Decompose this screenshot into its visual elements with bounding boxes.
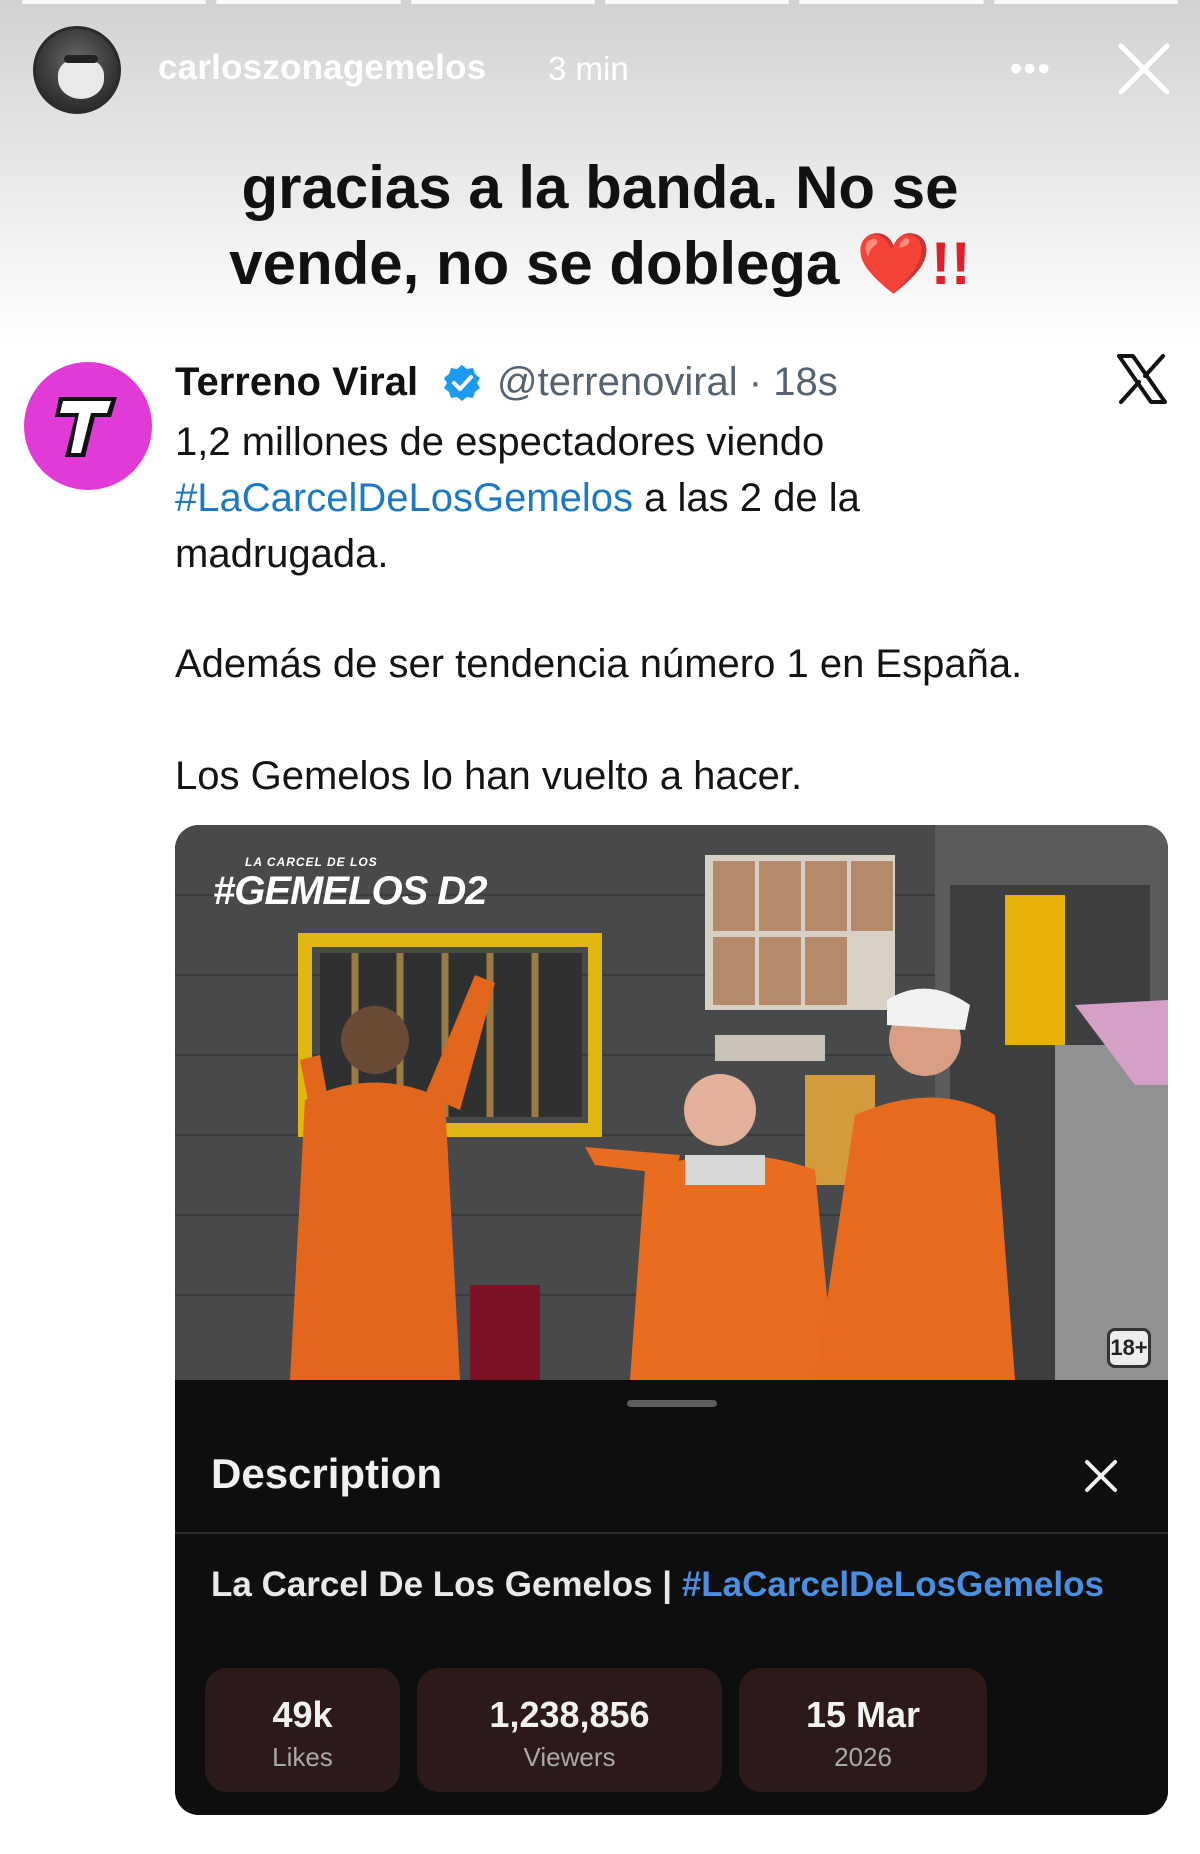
caption-line-2: vende, no se doblega ❤️!! bbox=[0, 226, 1200, 302]
stat-label: Viewers bbox=[523, 1742, 616, 1772]
story-progress-bar bbox=[22, 0, 1178, 6]
stat-value: 15 Mar bbox=[805, 1694, 921, 1735]
description-title-text: La Carcel De Los Gemelos | bbox=[211, 1565, 673, 1604]
sheet-drag-handle[interactable] bbox=[627, 1400, 717, 1407]
show-logo-hashtag: #GEMELOS D2 bbox=[213, 869, 488, 913]
description-sheet: Description La Carcel De Los Gemelos | #… bbox=[175, 1380, 1168, 1815]
avatar-face bbox=[58, 59, 104, 99]
tweet-handle-time[interactable]: @terrenoviral · 18s bbox=[497, 360, 838, 405]
more-options-icon[interactable]: ••• bbox=[1010, 50, 1052, 89]
caption-line-2-text: vende, no se doblega bbox=[229, 230, 840, 297]
caption-line-1: gracias a la banda. No se bbox=[241, 154, 959, 221]
story-caption: gracias a la banda. No se vende, no se d… bbox=[0, 150, 1200, 302]
tweet-paragraph-3: Los Gemelos lo han vuelto a hacer. bbox=[175, 754, 803, 798]
caption-exclamations: !! bbox=[930, 230, 971, 297]
progress-segment bbox=[216, 0, 401, 4]
tweet-line-3: madrugada. bbox=[175, 532, 389, 576]
description-text: La Carcel De Los Gemelos | #LaCarcelDeLo… bbox=[211, 1565, 1104, 1605]
progress-segment bbox=[799, 0, 984, 4]
tweet-line-1: 1,2 millones de espectadores viendo bbox=[175, 420, 825, 464]
stat-likes: 49k Likes bbox=[205, 1668, 400, 1792]
tweet-author-name[interactable]: Terreno Viral bbox=[175, 360, 418, 405]
stat-value: 1,238,856 bbox=[489, 1694, 650, 1735]
stat-viewers: 1,238,856 Viewers bbox=[417, 1668, 722, 1792]
progress-segment bbox=[410, 0, 595, 4]
story-timestamp: 3 min bbox=[548, 50, 629, 87]
progress-segment bbox=[993, 0, 1178, 4]
progress-segment bbox=[604, 0, 790, 4]
x-logo-icon[interactable] bbox=[1115, 352, 1169, 406]
close-icon[interactable] bbox=[1115, 40, 1173, 98]
description-hashtag-link[interactable]: #LaCarcelDeLosGemelos bbox=[682, 1565, 1104, 1604]
sheet-divider bbox=[175, 1532, 1168, 1534]
tweet-hashtag-link[interactable]: #LaCarcelDeLosGemelos bbox=[175, 476, 633, 520]
stat-label: 2026 bbox=[834, 1742, 892, 1772]
stat-date: 15 Mar 2026 bbox=[739, 1668, 987, 1792]
show-logo-small-text: LA CARCEL DE LOS bbox=[245, 855, 378, 869]
sheet-title: Description bbox=[211, 1450, 443, 1497]
story-username[interactable]: carloszonagemelos bbox=[158, 48, 486, 88]
heart-icon: ❤️ bbox=[856, 230, 931, 297]
story-avatar[interactable] bbox=[33, 26, 121, 114]
stat-label: Likes bbox=[272, 1742, 333, 1772]
tweet-line-2: #LaCarcelDeLosGemelos a las 2 de la bbox=[175, 470, 860, 526]
tweet-line-2-rest: a las 2 de la bbox=[644, 476, 860, 520]
progress-segment bbox=[22, 0, 207, 4]
age-rating-badge: 18+ bbox=[1107, 1328, 1151, 1368]
close-icon[interactable] bbox=[1081, 1456, 1121, 1496]
tweet-media-card[interactable]: LA CARCEL DE LOS #GEMELOS D2 18+ Descrip… bbox=[175, 825, 1168, 1815]
tweet-avatar[interactable] bbox=[24, 362, 152, 490]
video-screenshot[interactable]: LA CARCEL DE LOS #GEMELOS D2 18+ bbox=[175, 825, 1168, 1380]
tweet-paragraph-2: Además de ser tendencia número 1 en Espa… bbox=[175, 642, 1023, 686]
avatar-sunglasses bbox=[64, 55, 98, 63]
verified-badge-icon bbox=[444, 365, 480, 401]
terreno-viral-logo-icon bbox=[55, 397, 117, 457]
stat-value: 49k bbox=[272, 1694, 333, 1735]
